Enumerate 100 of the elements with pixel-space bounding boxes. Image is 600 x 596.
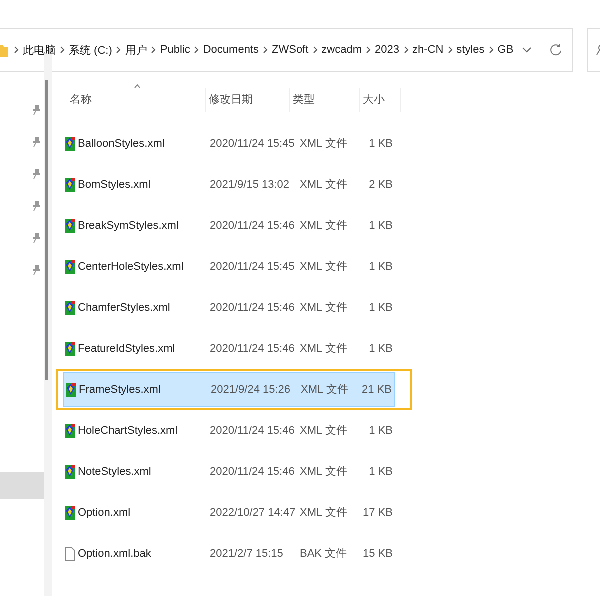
file-type: XML 文件	[300, 136, 348, 151]
chevron-icon	[448, 46, 453, 54]
file-type: XML 文件	[300, 424, 348, 438]
file-name: FrameStyles.xml	[79, 384, 161, 396]
file-type: XML 文件	[300, 178, 348, 192]
refresh-icon[interactable]	[550, 43, 562, 57]
file-type: XML 文件	[300, 342, 348, 356]
file-size: 15 KB	[363, 548, 393, 560]
breadcrumb-item[interactable]: zwcadm	[322, 44, 362, 56]
chevron-icon	[404, 46, 408, 54]
file-type: XML 文件	[300, 300, 348, 315]
file-row[interactable]: HoleChartStyles.xml 2020/11/24 15:46 XML 文件 1 KB	[63, 413, 395, 448]
chevron-icon	[366, 46, 372, 54]
breadcrumb-item[interactable]: 2023	[375, 44, 400, 56]
file-name: ChamferStyles.xml	[78, 302, 170, 314]
chevron-icon	[116, 46, 122, 54]
file-size: 21 KB	[362, 384, 392, 396]
modified-date: 2020/11/24 15:46	[210, 302, 296, 314]
pin-icon[interactable]	[33, 105, 40, 115]
file-name: BalloonStyles.xml	[78, 138, 165, 150]
pin-icon[interactable]	[33, 137, 40, 147]
file-row[interactable]: BomStyles.xml 2021/9/15 13:02 XML 文件 2 KB	[63, 167, 395, 202]
file-size: 2 KB	[369, 178, 393, 190]
xml-file-icon	[66, 382, 76, 396]
file-row[interactable]: BalloonStyles.xml 2020/11/24 15:45 XML 文件 1 KB	[63, 126, 395, 161]
modified-date: 2021/2/7 15:15	[210, 548, 284, 560]
modified-date: 2020/11/24 15:45	[210, 138, 296, 150]
pin-icon[interactable]	[33, 265, 40, 275]
breadcrumb-item[interactable]: 用户	[125, 42, 148, 58]
file-size: 1 KB	[369, 342, 393, 354]
file-row[interactable]: ChamferStyles.xml 2020/11/24 15:46 XML 文件 1 KB	[63, 290, 395, 325]
file-name: CenterHoleStyles.xml	[78, 260, 184, 272]
file-name: Option.xml.bak	[78, 548, 152, 560]
xml-file-icon	[65, 506, 75, 520]
modified-date: 2022/10/27 14:47	[210, 506, 297, 518]
breadcrumb-item[interactable]: 系统 (C:)	[69, 42, 112, 58]
scrollbar-thumb[interactable]	[45, 80, 48, 380]
pin-icon[interactable]	[33, 169, 40, 179]
chevron-icon	[151, 46, 156, 54]
file-row[interactable]: Option.xml.bak 2021/2/7 15:15 BAK 文件 15 KB	[63, 536, 395, 571]
document-icon	[65, 546, 75, 560]
chevron-icon	[263, 46, 268, 54]
file-type: XML 文件	[300, 464, 348, 479]
modified-date: 2020/11/24 15:45	[210, 260, 296, 272]
xml-file-icon	[65, 300, 75, 314]
column-header[interactable]: 大小	[360, 88, 385, 112]
file-row[interactable]: FeatureIdStyles.xml 2020/11/24 15:46 XML 文件 1 KB	[63, 331, 395, 366]
modified-date: 2020/11/24 15:46	[210, 220, 296, 232]
file-size: 1 KB	[369, 260, 393, 272]
file-row[interactable]: FrameStyles.xml 2021/9/24 15:26 XML 文件 21 KB	[63, 372, 395, 407]
chevron-icon	[312, 46, 318, 54]
file-type: XML 文件	[300, 506, 348, 520]
chevron-icon	[194, 46, 200, 54]
pin-icon[interactable]	[33, 201, 40, 211]
column-header[interactable]: 类型	[290, 88, 360, 112]
breadcrumb-item[interactable]: styles	[456, 44, 485, 56]
folder-icon	[0, 43, 8, 57]
xml-file-icon	[65, 178, 75, 192]
breadcrumb-item[interactable]: GB	[498, 44, 514, 56]
column-header[interactable]: 名称	[70, 88, 206, 112]
file-type: BAK 文件	[300, 546, 348, 561]
file-name: BreakSymStyles.xml	[78, 220, 179, 232]
modified-date: 2021/9/24 15:26	[211, 384, 292, 396]
modified-date: 2021/9/15 13:02	[210, 178, 291, 190]
file-size: 1 KB	[369, 424, 393, 436]
chevron-icon	[14, 46, 19, 54]
modified-date: 2020/11/24 15:46	[210, 424, 296, 436]
column-header[interactable]: 修改日期	[206, 88, 290, 112]
file-size: 1 KB	[369, 220, 393, 232]
pin-icon[interactable]	[33, 233, 40, 243]
chevron-icon	[488, 46, 494, 54]
xml-file-icon	[65, 260, 75, 274]
dropdown-icon[interactable]	[522, 46, 532, 54]
file-row[interactable]: BreakSymStyles.xml 2020/11/24 15:46 XML 文件 1 KB	[63, 208, 395, 243]
chevron-icon	[60, 46, 65, 54]
file-row[interactable]: CenterHoleStyles.xml 2020/11/24 15:45 XML 文件 1 KB	[63, 249, 395, 284]
modified-date: 2020/11/24 15:46	[210, 466, 296, 478]
sort-icon	[134, 84, 141, 89]
file-size: 1 KB	[369, 466, 393, 478]
file-name: FeatureIdStyles.xml	[78, 342, 176, 354]
xml-file-icon	[65, 136, 75, 150]
xml-file-icon	[65, 342, 75, 356]
file-row[interactable]: NoteStyles.xml 2020/11/24 15:46 XML 文件 1 KB	[63, 454, 395, 489]
breadcrumb-item[interactable]: Documents	[203, 44, 259, 56]
file-size: 17 KB	[363, 506, 393, 518]
file-name: NoteStyles.xml	[78, 466, 152, 478]
file-size: 1 KB	[369, 302, 393, 314]
file-row[interactable]: Option.xml 2022/10/27 14:47 XML 文件 17 KB	[63, 495, 395, 530]
file-size: 1 KB	[369, 138, 393, 150]
breadcrumb-item[interactable]: ZWSoft	[272, 44, 309, 56]
file-type: XML 文件	[300, 260, 348, 274]
file-name: HoleChartStyles.xml	[78, 424, 178, 436]
file-name: Option.xml	[78, 506, 131, 518]
xml-file-icon	[65, 218, 75, 232]
file-name: BomStyles.xml	[78, 178, 151, 190]
file-type: XML 文件	[300, 218, 348, 233]
breadcrumb-item[interactable]: Public	[160, 44, 190, 56]
breadcrumb-item[interactable]: zh-CN	[412, 44, 444, 56]
xml-file-icon	[65, 424, 75, 438]
modified-date: 2020/11/24 15:46	[210, 342, 296, 354]
